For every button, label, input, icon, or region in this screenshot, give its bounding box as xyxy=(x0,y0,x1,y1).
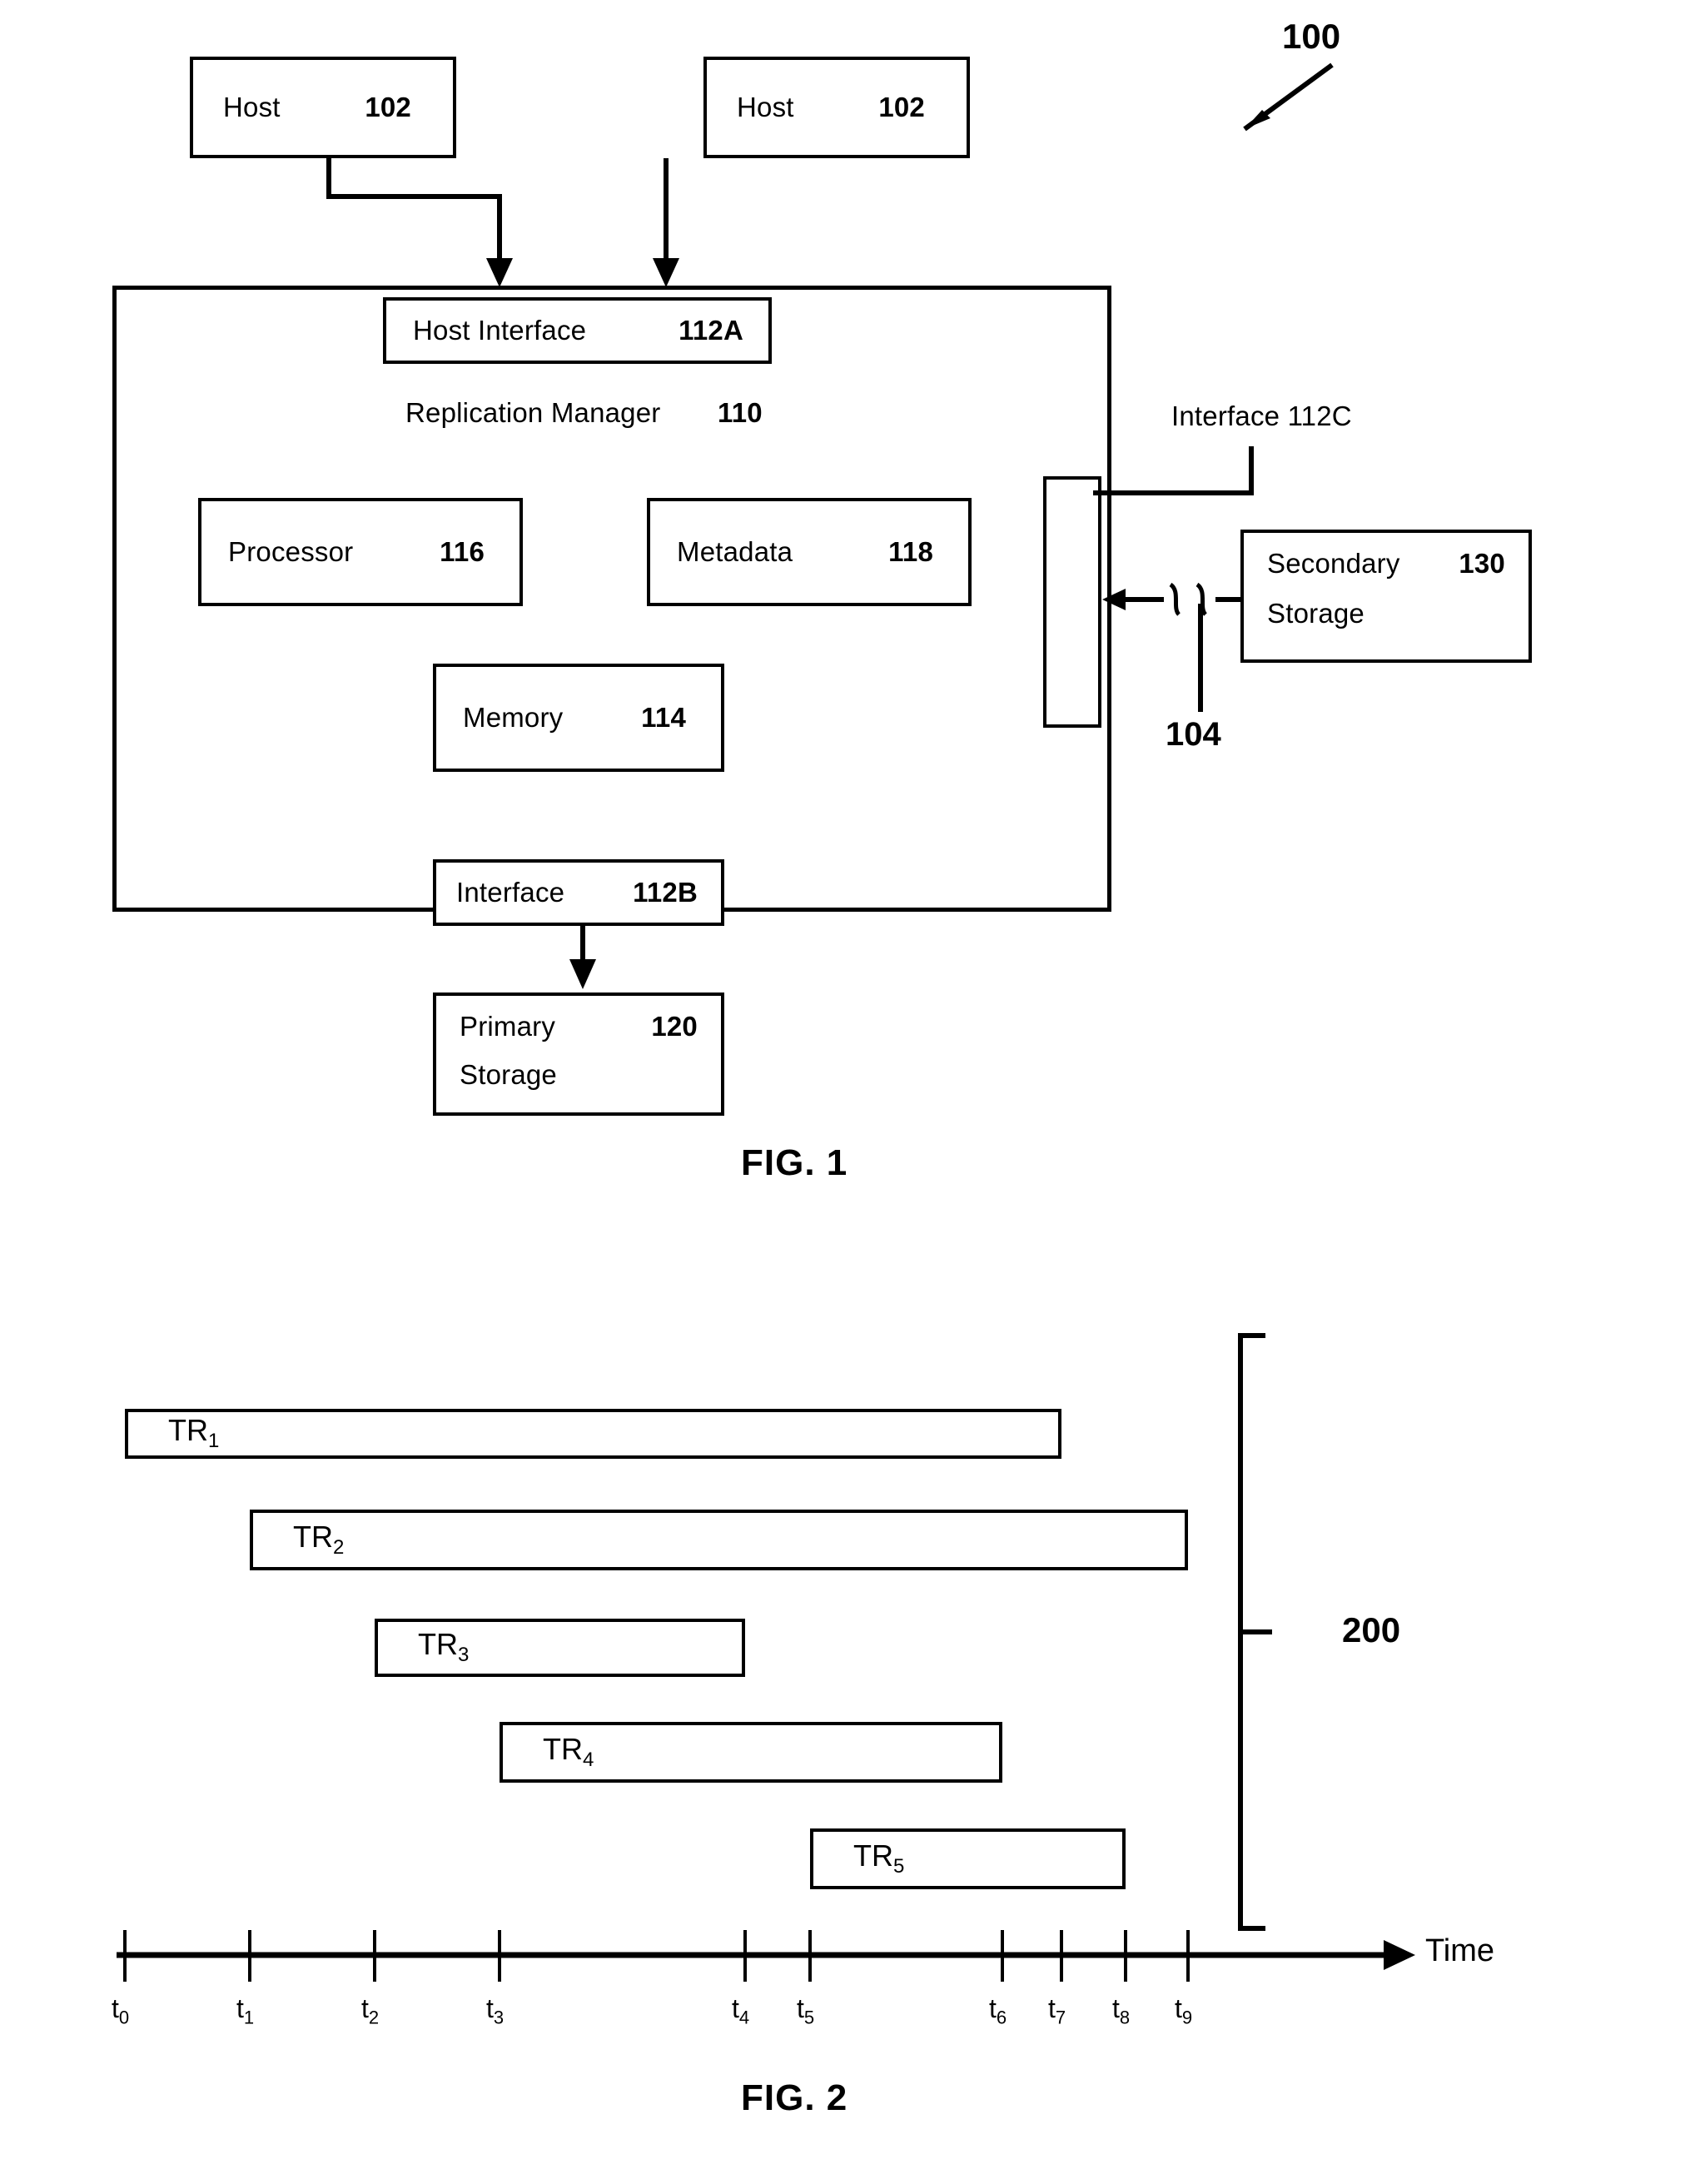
tick-t7 xyxy=(1060,1930,1063,1982)
tick-t4 xyxy=(743,1930,747,1982)
tick-t1 xyxy=(248,1930,251,1982)
tick-t5 xyxy=(808,1930,812,1982)
tick-t3 xyxy=(498,1930,501,1982)
reference-200: 200 xyxy=(1342,1610,1401,1649)
tick-label-t4: t4 xyxy=(732,1993,750,2028)
secondary-storage-label-line1: Secondary xyxy=(1267,548,1400,579)
reference-104-leader-line xyxy=(1198,604,1203,712)
primary-storage-box: Primary Storage 120 xyxy=(433,993,724,1116)
tr-bar-5-label: TR5 xyxy=(853,1838,905,1878)
tick-label-t1: t1 xyxy=(236,1993,255,2028)
tick-label-t0: t0 xyxy=(112,1993,130,2028)
tr-bar-1: TR1 xyxy=(125,1409,1061,1459)
figure-2-caption: FIG. 2 xyxy=(741,2077,848,2118)
tick-label-t5: t5 xyxy=(797,1993,815,2028)
tr-bar-3-label: TR3 xyxy=(418,1627,470,1667)
tick-t8 xyxy=(1124,1930,1127,1982)
tr-bar-2: TR2 xyxy=(250,1510,1188,1570)
tr-bar-5: TR5 xyxy=(810,1828,1126,1889)
reference-200-bracket xyxy=(1238,1333,1272,1931)
tr-bar-4-label: TR4 xyxy=(543,1731,594,1772)
tr-bar-4: TR4 xyxy=(500,1722,1002,1783)
reference-104: 104 xyxy=(1166,716,1221,753)
time-axis xyxy=(117,1940,1415,1970)
primary-storage-label-line2: Storage xyxy=(460,1059,557,1090)
tick-t2 xyxy=(373,1930,376,1982)
patent-drawing-sheet: 100 Host 102 Host 102 Host Interface 112… xyxy=(0,0,1705,2184)
tr-bar-2-label: TR2 xyxy=(293,1519,345,1560)
tick-label-t2: t2 xyxy=(361,1993,380,2028)
tick-label-t7: t7 xyxy=(1048,1993,1066,2028)
tick-label-t9: t9 xyxy=(1175,1993,1193,2028)
secondary-storage-box: Secondary Storage 130 xyxy=(1240,530,1532,663)
tr-bar-1-label: TR1 xyxy=(168,1413,220,1453)
secondary-storage-label-line2: Storage xyxy=(1267,598,1364,629)
tick-t9 xyxy=(1186,1930,1190,1982)
tick-label-t8: t8 xyxy=(1112,1993,1131,2028)
time-axis-label: Time xyxy=(1425,1933,1495,1968)
secondary-storage-ref: 130 xyxy=(1459,548,1505,579)
figure-1-caption: FIG. 1 xyxy=(741,1142,848,1183)
primary-storage-ref: 120 xyxy=(651,1011,698,1042)
tick-label-t3: t3 xyxy=(486,1993,505,2028)
tick-t0 xyxy=(123,1930,127,1982)
tick-t6 xyxy=(1001,1930,1004,1982)
primary-storage-label-line1: Primary xyxy=(460,1011,556,1042)
tick-label-t6: t6 xyxy=(989,1993,1007,2028)
tr-bar-3: TR3 xyxy=(375,1619,745,1677)
